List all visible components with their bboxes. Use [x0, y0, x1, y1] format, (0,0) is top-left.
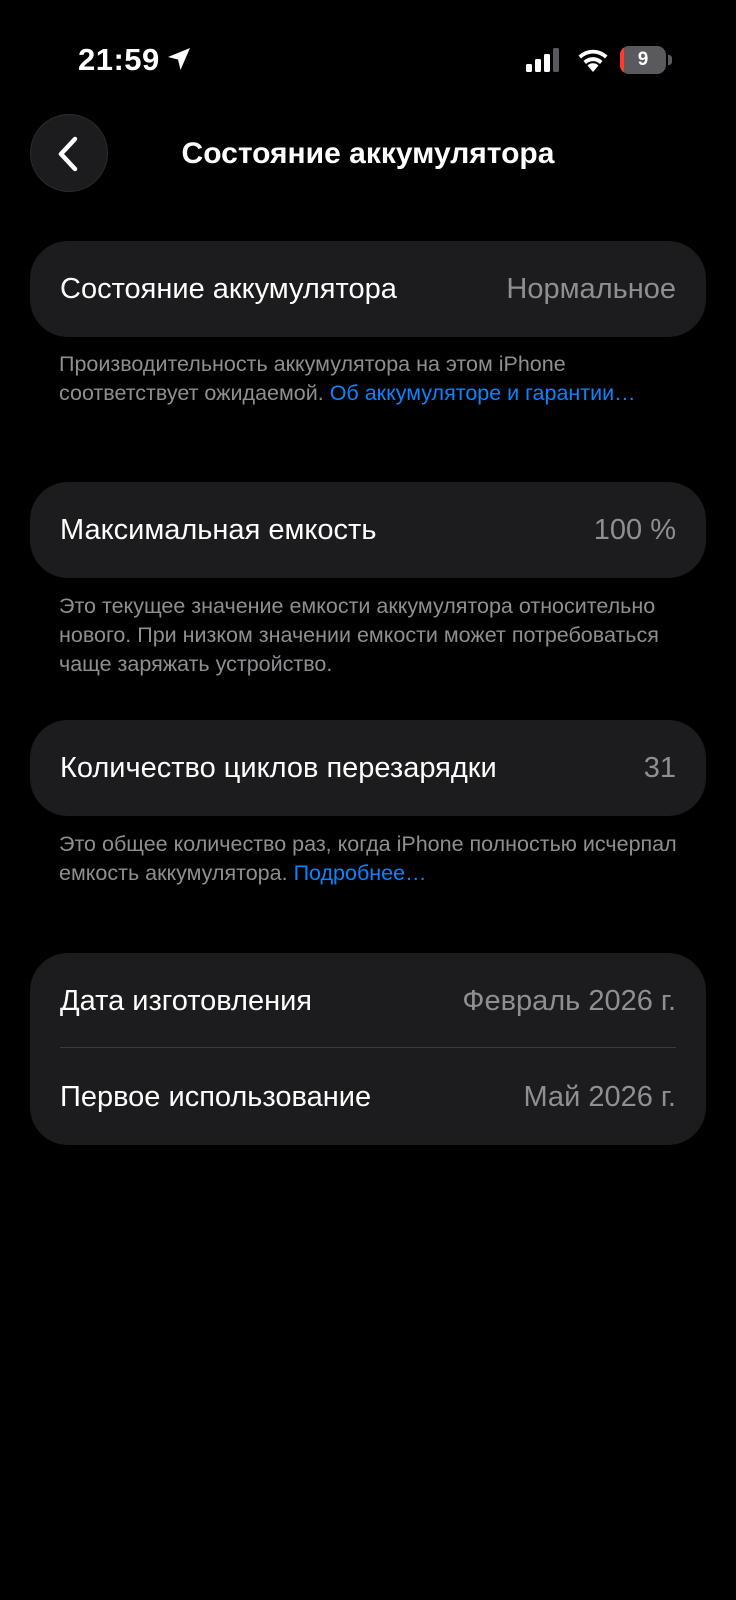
- cycle-count-value: 31: [643, 752, 676, 784]
- max-capacity-label: Максимальная емкость: [60, 514, 377, 546]
- wifi-icon: [576, 45, 610, 73]
- battery-cap: [668, 55, 672, 65]
- battery-body: 9: [620, 46, 666, 74]
- battery-health-value: Нормальное: [506, 273, 676, 305]
- max-capacity-card: Максимальная емкость 100 %: [30, 482, 706, 578]
- cycle-count-row: Количество циклов перезарядки 31: [30, 720, 706, 816]
- divider: [60, 1047, 676, 1048]
- learn-more-link[interactable]: Подробнее…: [294, 861, 427, 885]
- cycle-count-label: Количество циклов перезарядки: [60, 752, 497, 784]
- battery-health-card: Состояние аккумулятора Нормальное: [30, 241, 706, 337]
- max-capacity-row: Максимальная емкость 100 %: [30, 482, 706, 578]
- first-use-row: Первое использование Май 2026 г.: [30, 1049, 706, 1145]
- cycle-count-card: Количество циклов перезарядки 31: [30, 720, 706, 816]
- first-use-value: Май 2026 г.: [523, 1081, 676, 1113]
- cellular-signal-icon: [526, 48, 562, 72]
- battery-icon: 9: [620, 46, 672, 74]
- status-time: 21:59: [78, 42, 160, 77]
- first-use-label: Первое использование: [60, 1081, 372, 1113]
- battery-health-label: Состояние аккумулятора: [60, 273, 397, 305]
- manufacture-date-value: Февраль 2026 г.: [462, 985, 676, 1017]
- page-title: Состояние аккумулятора: [181, 137, 555, 170]
- battery-health-row: Состояние аккумулятора Нормальное: [30, 241, 706, 337]
- manufacture-date-row: Дата изготовления Февраль 2026 г.: [30, 953, 706, 1049]
- max-capacity-value: 100 %: [593, 514, 676, 546]
- warranty-link[interactable]: Об аккумуляторе и гарантии…: [330, 381, 636, 405]
- dates-card: Дата изготовления Февраль 2026 г. Первое…: [30, 953, 706, 1145]
- status-bar: 21:59 9: [0, 0, 736, 120]
- battery-level: 9: [637, 49, 649, 70]
- battery-health-footnote: Производительность аккумулятора на этом …: [59, 350, 699, 408]
- manufacture-date-label: Дата изготовления: [60, 985, 312, 1017]
- cycle-count-footnote: Это общее количество раз, когда iPhone п…: [59, 830, 699, 888]
- location-arrow-icon: [166, 46, 192, 72]
- max-capacity-footnote: Это текущее значение емкости аккумулятор…: [59, 594, 659, 676]
